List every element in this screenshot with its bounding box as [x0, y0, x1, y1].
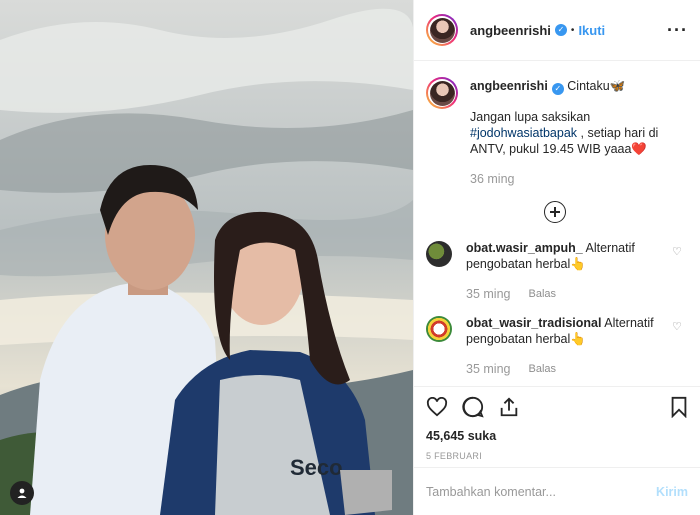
- caption-text-line4: ANTV, pukul 19.45 WIB yaaa❤️: [470, 142, 647, 156]
- post-comment-button[interactable]: Kirim: [656, 485, 688, 499]
- load-more-comments-icon[interactable]: [544, 201, 566, 223]
- post-header: angbeenrishi ✓ • Ikuti ···: [414, 0, 700, 61]
- caption-timestamp[interactable]: 36 ming: [470, 171, 514, 187]
- post-actions: 45,645 suka 5 FEBRUARI: [414, 386, 700, 467]
- post-photo-image: Seco: [0, 0, 413, 515]
- share-icon[interactable]: [498, 396, 520, 418]
- post-date[interactable]: 5 FEBRUARI: [426, 451, 688, 461]
- caption-text-line1: Cintaku🦋: [567, 79, 626, 93]
- save-bookmark-icon[interactable]: [670, 396, 688, 418]
- comment-avatar[interactable]: [426, 241, 452, 267]
- like-heart-icon[interactable]: [426, 397, 448, 417]
- instagram-post-window: Seco angbeenrishi ✓ • Ikuti ··· angbeenr…: [0, 0, 700, 515]
- caption-text-line2: Jangan lupa saksikan: [470, 110, 591, 124]
- comment-bubble-icon[interactable]: [462, 396, 484, 418]
- user-icon: [17, 488, 27, 498]
- svg-text:Seco: Seco: [290, 455, 343, 480]
- author-username[interactable]: angbeenrishi: [470, 23, 551, 38]
- reply-button[interactable]: Balas: [528, 286, 556, 302]
- likes-count[interactable]: 45,645 suka: [426, 429, 688, 443]
- comment-input[interactable]: Tambahkan komentar...: [426, 485, 656, 499]
- comment-item: obat_wasir_tradisional Alternatif pengob…: [426, 314, 684, 377]
- comment-timestamp[interactable]: 35 ming: [466, 361, 510, 377]
- add-comment-bar: Tambahkan komentar... Kirim: [414, 467, 700, 515]
- caption-hashtag[interactable]: #jodohwasiatbapak: [470, 126, 577, 140]
- like-comment-heart-icon[interactable]: ♡: [672, 239, 684, 302]
- comment-timestamp[interactable]: 35 ming: [466, 286, 510, 302]
- post-side-panel: angbeenrishi ✓ • Ikuti ··· angbeenrishi ✓…: [413, 0, 700, 515]
- caption-text-line3: , setiap hari di: [577, 126, 659, 140]
- comment-avatar[interactable]: [426, 316, 452, 342]
- comments-list[interactable]: angbeenrishi ✓ Cintaku🦋 Jangan lupa saksi…: [414, 61, 700, 386]
- author-avatar[interactable]: [426, 14, 458, 46]
- follow-button[interactable]: Ikuti: [578, 23, 605, 38]
- verified-badge-icon: ✓: [554, 24, 567, 36]
- caption: angbeenrishi ✓ Cintaku🦋 Jangan lupa saksi…: [426, 77, 684, 187]
- comment-item: obat.wasir_ampuh_ Alternatif pengobatan …: [426, 239, 684, 302]
- caption-username[interactable]: angbeenrishi: [470, 79, 548, 93]
- reply-button[interactable]: Balas: [528, 361, 556, 377]
- separator-dot: •: [570, 24, 575, 36]
- comment-username[interactable]: obat.wasir_ampuh_: [466, 241, 583, 255]
- tagged-people-button[interactable]: [10, 481, 34, 505]
- comment-username[interactable]: obat_wasir_tradisional: [466, 316, 601, 330]
- caption-avatar[interactable]: [426, 77, 458, 109]
- post-photo[interactable]: Seco: [0, 0, 413, 515]
- like-comment-heart-icon[interactable]: ♡: [672, 314, 684, 377]
- verified-badge-icon: ✓: [551, 83, 564, 95]
- more-options-icon[interactable]: ···: [667, 21, 688, 39]
